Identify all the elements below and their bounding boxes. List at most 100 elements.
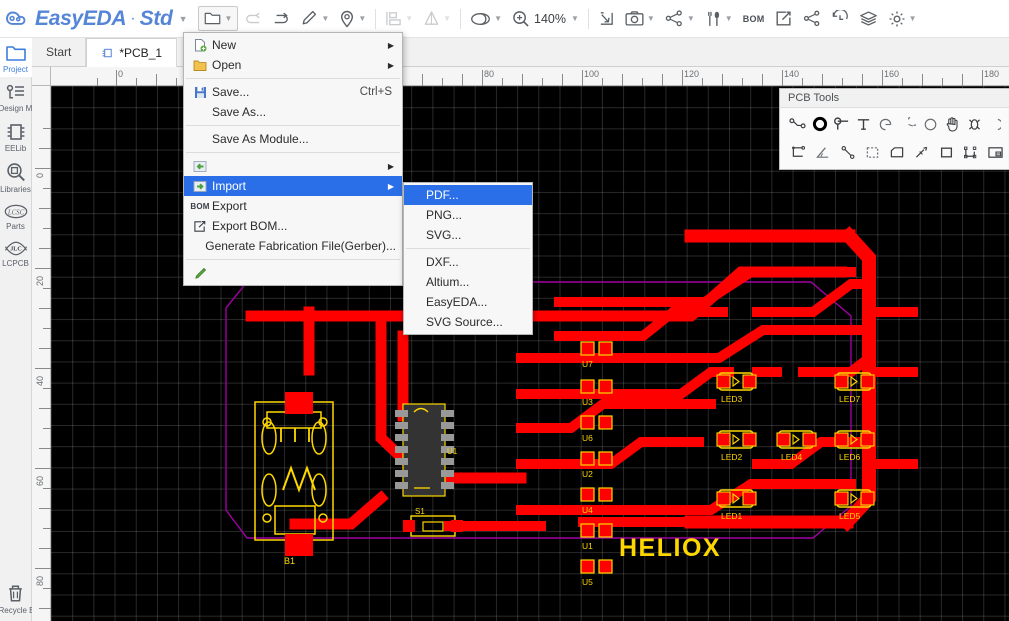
layers-button[interactable] — [855, 6, 882, 32]
angle-icon[interactable] — [813, 140, 835, 164]
polygon-icon[interactable] — [886, 140, 908, 164]
pad-icon[interactable] — [832, 112, 851, 136]
submenu-item-pdf[interactable]: PDF... — [404, 185, 532, 205]
menu-item-save-as[interactable]: Save As... — [184, 102, 402, 122]
route-button[interactable]: ▼ — [661, 6, 699, 32]
submenu-item-altium[interactable]: Altium... — [404, 272, 532, 292]
place-tool-button[interactable]: ▼ — [335, 6, 370, 32]
gerber-icon — [190, 220, 210, 233]
vertical-ruler[interactable]: 0 20 40 60 80 — [32, 86, 51, 621]
place-chevron-down-icon[interactable]: ▼ — [358, 14, 366, 23]
horizontal-ruler[interactable]: 0 60 80 100 — [32, 67, 1009, 86]
circle-icon[interactable] — [921, 112, 940, 136]
gerber-button[interactable] — [771, 6, 797, 32]
hand-icon[interactable] — [943, 112, 962, 136]
brand-chevron-down-icon[interactable]: ▼ — [179, 14, 188, 24]
export-submenu[interactable]: PDF... PNG... SVG... DXF... Altium... Ea… — [403, 182, 533, 335]
visibility-chevron-down-icon[interactable]: ▼ — [494, 14, 502, 23]
align-chevron-down-icon[interactable]: ▼ — [405, 14, 413, 23]
svg-text:U1: U1 — [582, 541, 593, 551]
line-icon[interactable] — [837, 140, 859, 164]
draw-chevron-down-icon[interactable]: ▼ — [321, 14, 329, 23]
corner-track-icon[interactable] — [788, 140, 810, 164]
photo-view-button[interactable]: ▼ — [621, 6, 659, 32]
partial-icon[interactable] — [987, 112, 1006, 136]
submenu-item-svg-source-label: SVG Source... — [426, 315, 503, 329]
zoom-level-label: 140% — [534, 11, 566, 26]
draw-tool-button[interactable]: ▼ — [296, 6, 333, 32]
menu-item-generate-gerber[interactable]: Export BOM... — [184, 216, 402, 236]
ruler-origin-corner[interactable] — [32, 67, 51, 86]
measure-chevron-down-icon[interactable]: ▼ — [443, 14, 451, 23]
copper-area-icon[interactable] — [960, 140, 982, 164]
undo-button[interactable] — [240, 6, 266, 32]
sidebar-item-libraries[interactable]: Libraries — [0, 156, 32, 197]
text-icon[interactable] — [854, 112, 873, 136]
arc2-icon[interactable] — [898, 112, 917, 136]
menu-item-export-pick-place[interactable]: Generate Fabrication File(Gerber)... — [184, 236, 402, 256]
svg-text:LED1: LED1 — [721, 511, 743, 521]
menu-item-export-bom[interactable]: BOM Export — [184, 196, 402, 216]
share-button[interactable] — [799, 6, 825, 32]
submenu-item-svg-label: SVG... — [426, 228, 462, 242]
cloud-logo-icon — [6, 11, 26, 25]
photo-chevron-down-icon[interactable]: ▼ — [647, 14, 655, 23]
sidebar-item-parts[interactable]: LCSC Parts — [0, 197, 32, 234]
rect-icon[interactable] — [935, 140, 957, 164]
track-icon[interactable] — [788, 112, 807, 136]
import-icon — [190, 160, 210, 173]
submenu-item-png[interactable]: PNG... — [404, 205, 532, 225]
settings-chevron-down-icon[interactable]: ▼ — [909, 14, 917, 23]
align-button[interactable]: ▼ — [381, 6, 417, 32]
file-menu-dropdown[interactable]: New ▶ Open ▶ Save... Ctrl+S Save As... S… — [183, 32, 403, 286]
fit-view-button[interactable] — [594, 6, 619, 32]
route-chevron-down-icon[interactable]: ▼ — [687, 14, 695, 23]
svg-text:U5: U5 — [582, 577, 593, 587]
history-button[interactable] — [827, 6, 853, 32]
menu-separator-2 — [186, 125, 400, 126]
menu-item-easyeda-file-source[interactable] — [184, 263, 402, 283]
tools-chevron-down-icon[interactable]: ▼ — [725, 14, 733, 23]
svg-text:U7: U7 — [582, 359, 593, 369]
menu-item-new[interactable]: New ▶ — [184, 35, 402, 55]
zoom-chevron-down-icon[interactable]: ▼ — [571, 14, 579, 23]
easyeda-logo[interactable]: EasyEDA · Std ▼ — [0, 7, 187, 31]
tools-button[interactable]: ▼ — [701, 6, 737, 32]
sidebar-item-recycle-bin[interactable]: Recycle Bin — [0, 577, 33, 621]
submenu-item-easyeda[interactable]: EasyEDA... — [404, 292, 532, 312]
submenu-item-svg-source[interactable]: SVG Source... — [404, 312, 532, 332]
submenu-item-dxf[interactable]: DXF... — [404, 252, 532, 272]
submenu-item-dxf-label: DXF... — [426, 255, 459, 269]
dashed-rect-icon[interactable] — [862, 140, 884, 164]
sidebar-item-eelib[interactable]: EELib — [0, 116, 32, 156]
via-icon[interactable] — [810, 112, 829, 136]
tab-pcb-1[interactable]: *PCB_1 — [86, 38, 178, 67]
file-menu-button[interactable]: ▼ — [198, 6, 239, 31]
menu-item-export[interactable]: Import ▶ — [184, 176, 402, 196]
sidebar-item-lcpcb[interactable]: JLC LCPCB — [0, 234, 32, 271]
menu-item-import[interactable]: ▶ — [184, 156, 402, 176]
file-menu-chevron-down-icon[interactable]: ▼ — [224, 14, 232, 23]
sidebar-item-design-manager[interactable]: Design Manager — [0, 77, 33, 116]
arc-icon[interactable] — [876, 112, 895, 136]
zoom-button[interactable]: 140% ▼ — [508, 6, 583, 32]
menu-item-save-as-module[interactable]: Save As Module... — [184, 129, 402, 149]
brand-edition: Std — [139, 6, 173, 30]
sidebar-item-project[interactable]: Project — [0, 38, 32, 77]
bom-button[interactable]: BOM — [739, 6, 769, 32]
tab-start[interactable]: Start — [32, 38, 87, 66]
settings-button[interactable]: ▼ — [884, 6, 921, 32]
measure-icon[interactable] — [911, 140, 933, 164]
redo-button[interactable] — [268, 6, 294, 32]
visibility-button[interactable]: ▼ — [466, 6, 506, 32]
pcb-tools-panel[interactable]: PCB Tools — [779, 88, 1009, 170]
route-nodes-icon — [665, 10, 682, 27]
measure-button[interactable]: ▼ — [419, 6, 455, 32]
submenu-item-svg[interactable]: SVG... — [404, 225, 532, 245]
hole-icon[interactable] — [965, 112, 984, 136]
panel-icon[interactable] — [985, 140, 1007, 164]
menu-item-save[interactable]: Save... Ctrl+S — [184, 82, 402, 102]
menu-item-open[interactable]: Open ▶ — [184, 55, 402, 75]
svg-text:U3: U3 — [582, 397, 593, 407]
top-toolbar: EasyEDA · Std ▼ ▼ ▼ ▼ ▼ ▼ ▼ 140% ▼ ▼ ▼ ▼… — [0, 0, 1009, 38]
